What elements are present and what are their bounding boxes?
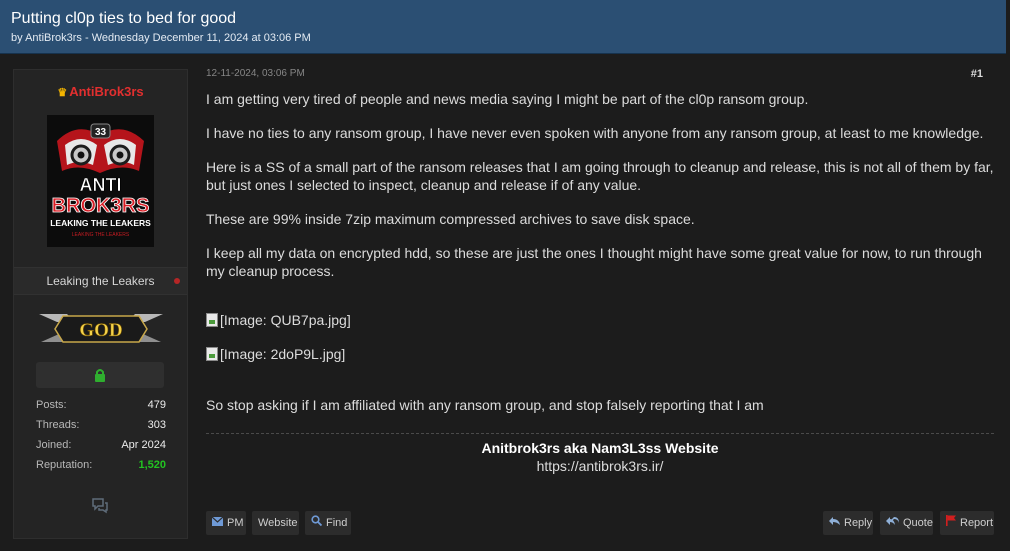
- reply-button-label: Reply: [844, 517, 873, 529]
- thread-title: Putting cl0p ties to bed for good: [11, 10, 237, 27]
- post-date: 12-11-2024, 03:06 PM: [206, 68, 305, 79]
- avatar-line4: LEAKING THE LEAKERS: [72, 232, 130, 238]
- find-button[interactable]: Find: [305, 511, 351, 535]
- broken-image[interactable]: [Image: 2doP9L.jpg]: [206, 345, 996, 363]
- crown-icon: ♛: [57, 87, 68, 99]
- author-name-text: AntiBrok3rs: [69, 84, 144, 99]
- post-body: I am getting very tired of people and ne…: [206, 90, 996, 430]
- pm-button[interactable]: PM: [206, 511, 246, 535]
- avatar[interactable]: 33 ANTI BROK3RS LEAKING THE LEAKERS LEAK…: [47, 115, 154, 247]
- user-title: Leaking the Leakers: [46, 274, 155, 288]
- stat-joined: Joined: Apr 2024: [36, 439, 166, 455]
- report-button-label: Report: [960, 517, 994, 529]
- stat-posts-label: Posts:: [36, 399, 67, 411]
- stat-posts-value: 479: [147, 399, 166, 411]
- stat-reputation-label: Reputation:: [36, 459, 93, 471]
- rank-text: GOD: [79, 320, 122, 341]
- quote-icon: [886, 511, 899, 535]
- stat-joined-value: Apr 2024: [121, 439, 166, 451]
- post-paragraph: I am getting very tired of people and ne…: [206, 91, 809, 107]
- post-closing: So stop asking if I am affiliated with a…: [206, 397, 764, 413]
- reply-button[interactable]: Reply: [823, 511, 873, 535]
- stat-threads-value: 303: [147, 419, 166, 431]
- broken-image[interactable]: [Image: QUB7pa.jpg]: [206, 311, 996, 329]
- website-button[interactable]: Website: [252, 511, 299, 535]
- signature-divider: [206, 433, 994, 434]
- post-paragraph: Here is a SS of a small part of the rans…: [206, 159, 994, 193]
- rank-badge: GOD: [37, 310, 165, 348]
- thread-meta: by AntiBrok3rs - Wednesday December 11, …: [11, 32, 311, 44]
- author-name[interactable]: ♛ AntiBrok3rs: [14, 84, 187, 99]
- website-button-label: Website: [258, 517, 298, 529]
- pm-button-label: PM: [227, 517, 244, 529]
- stat-threads-label: Threads:: [36, 419, 80, 431]
- stat-joined-label: Joined:: [36, 439, 72, 451]
- avatar-line2: BROK3RS: [52, 195, 150, 217]
- avatar-line3: LEAKING THE LEAKERS: [50, 218, 151, 228]
- avatar-number: 33: [95, 127, 107, 138]
- search-icon: [311, 511, 323, 535]
- broken-image-icon: [206, 313, 218, 327]
- post-paragraph: I keep all my data on encrypted hdd, so …: [206, 245, 982, 279]
- broken-image-icon: [206, 347, 218, 361]
- offline-status-icon: [174, 278, 180, 284]
- stat-reputation: Reputation: 1,520: [36, 459, 166, 475]
- signature-link[interactable]: https://antibrok3rs.ir/: [206, 458, 994, 474]
- stat-threads: Threads: 303: [36, 419, 166, 435]
- image-alt-text: [Image: 2doP9L.jpg]: [220, 346, 346, 362]
- reply-arrow-icon: [829, 511, 840, 535]
- avatar-line1: ANTI: [80, 175, 122, 195]
- chat-bubble-icon[interactable]: [91, 496, 109, 519]
- quote-button[interactable]: Quote: [880, 511, 933, 535]
- stat-reputation-value[interactable]: 1,520: [138, 459, 166, 471]
- lock-bar: [36, 362, 164, 388]
- user-title-bar: Leaking the Leakers: [14, 267, 187, 295]
- signature-title: Anitbrok3rs aka Nam3L3ss Website: [481, 440, 719, 456]
- post-paragraph: These are 99% inside 7zip maximum compre…: [206, 211, 695, 227]
- forum-page: Putting cl0p ties to bed for good by Ant…: [0, 0, 1010, 551]
- stat-posts: Posts: 479: [36, 399, 166, 415]
- flag-icon: [946, 511, 956, 535]
- image-alt-text: [Image: QUB7pa.jpg]: [220, 312, 351, 328]
- lock-icon: [95, 369, 105, 382]
- author-panel: ♛ AntiBrok3rs 33 ANTI BROK3RS LEAKING THE…: [13, 69, 188, 539]
- post-paragraph: I have no ties to any ransom group, I ha…: [206, 125, 984, 141]
- thread-header: Putting cl0p ties to bed for good by Ant…: [0, 0, 1006, 54]
- find-button-label: Find: [326, 517, 348, 529]
- quote-button-label: Quote: [903, 517, 933, 529]
- envelope-icon: [211, 511, 224, 535]
- post-number[interactable]: #1: [971, 68, 983, 80]
- report-button[interactable]: Report: [940, 511, 994, 535]
